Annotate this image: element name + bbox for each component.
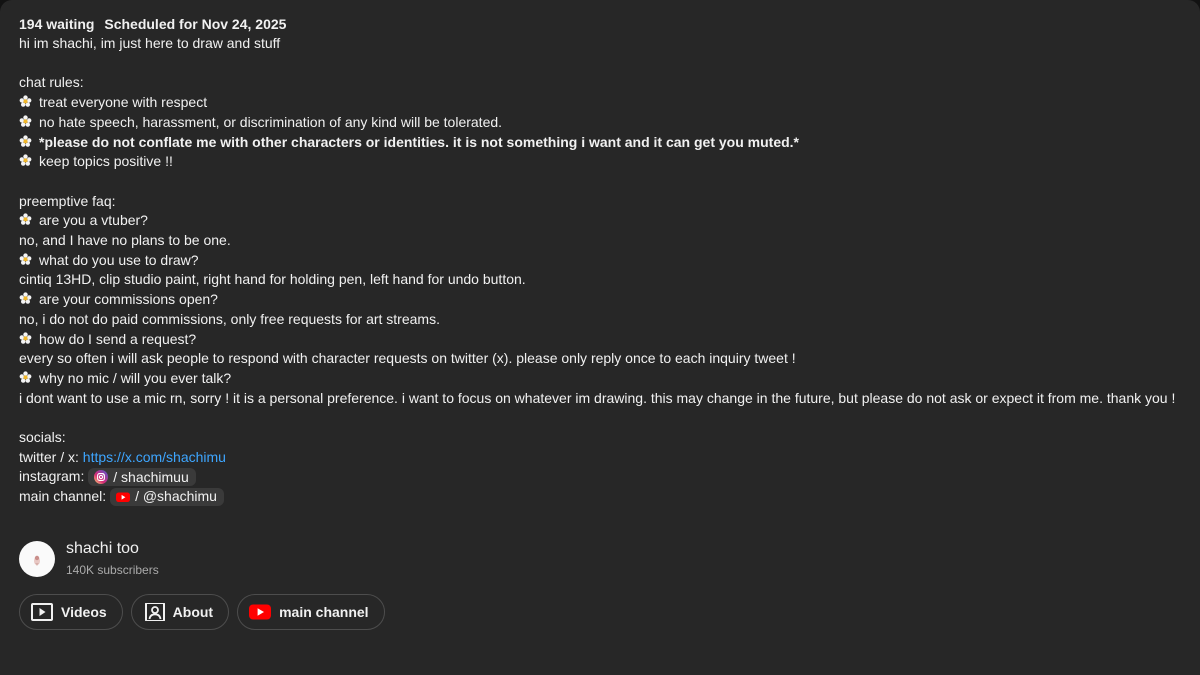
- rule-text: keep topics positive !!: [39, 153, 173, 170]
- rules-heading: chat rules:: [19, 74, 84, 91]
- description-panel: 194 waiting Scheduled for Nov 24, 2025 h…: [0, 0, 1200, 675]
- about-button[interactable]: About: [130, 594, 230, 630]
- instagram-label: instagram:: [19, 468, 89, 485]
- subscriber-count: 140K subscribers: [66, 563, 159, 577]
- faq-answer: i dont want to use a mic rn, sorry ! it …: [19, 389, 1176, 406]
- about-button-label: About: [172, 604, 214, 620]
- flower-emoji-icon: [19, 331, 32, 345]
- waiting-count: 194 waiting: [19, 16, 95, 32]
- faq-question-text: why no mic / will you ever talk?: [39, 369, 232, 386]
- channel-buttons: Videos About main channel: [19, 594, 393, 630]
- main-channel-button[interactable]: main channel: [237, 594, 385, 630]
- faq-heading: preemptive faq:: [19, 192, 116, 209]
- instagram-chip[interactable]: / shachimuu: [88, 468, 196, 487]
- channel-name[interactable]: shachi too: [66, 538, 159, 560]
- videos-button-label: Videos: [61, 604, 107, 620]
- rule-text: no hate speech, harassment, or discrimin…: [39, 113, 503, 130]
- faq-answer: no, and I have no plans to be one.: [19, 232, 231, 248]
- faq-question: how do I send a request?: [19, 330, 1181, 350]
- rule-item: treat everyone with respect: [19, 93, 1181, 113]
- faq-question-text: are your commissions open?: [39, 291, 218, 308]
- main-channel-line: main channel: / @shachimu: [19, 487, 1181, 507]
- rule-text: treat everyone with respect: [39, 94, 208, 111]
- faq-question-text: are you a vtuber?: [39, 212, 148, 229]
- videos-button[interactable]: Videos: [19, 594, 123, 630]
- twitter-label: twitter / x:: [19, 448, 83, 465]
- socials-heading: socials:: [19, 429, 66, 446]
- flower-emoji-icon: [19, 134, 32, 148]
- rule-item: no hate speech, harassment, or discrimin…: [19, 113, 1181, 133]
- channel-avatar[interactable]: [19, 540, 55, 577]
- faq-answer: cintiq 13HD, clip studio paint, right ha…: [19, 271, 526, 288]
- person-badge-icon: [143, 603, 165, 621]
- main-channel-button-label: main channel: [279, 604, 369, 620]
- flower-emoji-icon: [19, 95, 32, 108]
- rule-item: *please do not conflate me with other ch…: [19, 133, 1181, 153]
- faq-answer: every so often i will ask people to resp…: [19, 350, 796, 367]
- intro-text: hi im shachi, im just here to draw and s…: [19, 35, 281, 51]
- main-channel-chip[interactable]: / @shachimu: [110, 488, 224, 507]
- faq-answer: no, i do not do paid commissions, only f…: [19, 310, 440, 327]
- youtube-icon: [249, 603, 272, 621]
- flower-emoji-icon: [19, 115, 32, 128]
- main-channel-label: main channel:: [19, 488, 111, 505]
- twitter-line: twitter / x: https://x.com/shachimu: [19, 448, 1181, 468]
- faq-question: why no mic / will you ever talk?: [19, 369, 1181, 389]
- flower-emoji-icon: [19, 154, 32, 167]
- rule-item: keep topics positive !!: [19, 152, 1181, 172]
- description-text: hi im shachi, im just here to draw and s…: [19, 34, 1181, 507]
- flower-emoji-icon: [19, 253, 32, 266]
- faq-question-text: how do I send a request?: [39, 330, 197, 347]
- main-channel-chip-text: / @shachimu: [135, 488, 217, 505]
- play-square-icon: [31, 603, 53, 621]
- stream-meta: 194 waiting Scheduled for Nov 24, 2025: [19, 14, 1181, 34]
- faq-question: what do you use to draw?: [19, 251, 1181, 271]
- instagram-line: instagram: / shachimuu: [19, 467, 1181, 487]
- faq-question: are you a vtuber?: [19, 211, 1181, 231]
- youtube-icon: [116, 490, 131, 504]
- twitter-link[interactable]: https://x.com/shachimu: [83, 449, 226, 465]
- rule-text-bold: *please do not conflate me with other ch…: [39, 133, 800, 150]
- faq-question-text: what do you use to draw?: [39, 251, 199, 268]
- instagram-chip-text: / shachimuu: [113, 468, 189, 485]
- flower-emoji-icon: [19, 371, 32, 384]
- channel-row: shachi too 140K subscribers: [19, 538, 159, 579]
- flower-emoji-icon: [19, 213, 32, 226]
- faq-question: are your commissions open?: [19, 290, 1181, 310]
- scheduled-date: Scheduled for Nov 24, 2025: [104, 16, 287, 32]
- instagram-icon: [94, 470, 109, 485]
- flower-emoji-icon: [19, 292, 32, 305]
